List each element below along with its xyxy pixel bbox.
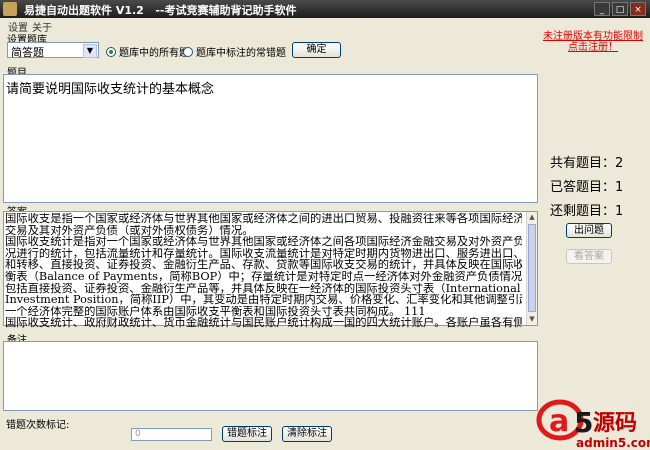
remaining-value: 1: [615, 204, 624, 219]
svg-text:admin5.com: admin5.com: [576, 436, 650, 450]
remaining-label: 还剩题目：: [550, 204, 616, 219]
answer-line: 包括直接投资、证券投资、金融衍生产品等，并具体反映在一经济体的国际投资头寸表（I…: [5, 282, 521, 295]
question-type-select[interactable]: 简答题 ▼: [7, 42, 99, 59]
mark-error-button[interactable]: 错题标注: [222, 426, 272, 442]
radio-all-questions[interactable]: 题库中的所有题: [106, 44, 189, 59]
radio-unchecked-icon: [183, 46, 193, 57]
total-questions: 共有题目：2: [550, 152, 623, 171]
maximize-button[interactable]: □: [612, 2, 628, 16]
svg-text:5: 5: [574, 406, 593, 439]
a5-watermark-logo: a 5 源码 admin5.com: [536, 399, 650, 450]
answer-text: 国际收支是指一个国家或经济体与世界其他国家或经济体之间的进出口贸易、投融资往来等…: [5, 213, 522, 329]
svg-text:源码: 源码: [593, 411, 637, 436]
radio-all-label: 题库中的所有题: [119, 48, 189, 59]
app-icon: [3, 2, 17, 16]
menu-bar: 设置 关于: [0, 18, 650, 34]
total-value: 2: [615, 156, 624, 171]
error-count-input[interactable]: 0: [131, 428, 212, 441]
answer-line: Investment Position，简称IIP）中，其变动是由特定时期内交易…: [5, 294, 522, 306]
answer-line: 一个经济体完整的国际账户体系由国际收支平衡表和国际投资头寸表共同构成。 111: [5, 305, 426, 318]
answer-line: 国际收支统计是指对一个国家或经济体与世界其他国家或经济体之间各项国际经济金融交易…: [5, 236, 522, 248]
total-label: 共有题目：: [550, 156, 616, 171]
chevron-down-icon[interactable]: ▼: [83, 44, 97, 58]
answered-value: 1: [615, 180, 624, 195]
next-question-button[interactable]: 出问题: [566, 223, 612, 238]
window-title: 易捷自动出题软件 V1.2 --考试竞赛辅助背记助手软件: [24, 4, 297, 17]
show-answer-button[interactable]: 看答案: [566, 249, 612, 264]
error-count-label: 错题次数标记:: [6, 420, 70, 431]
minimize-button[interactable]: _: [594, 2, 610, 16]
clear-mark-button[interactable]: 清除标注: [282, 426, 332, 442]
question-type-value: 简答题: [11, 46, 44, 59]
answered-label: 已答题目：: [550, 180, 616, 195]
question-text: 请简要说明国际收支统计的基本概念: [6, 82, 215, 97]
answer-line: 况进行的统计，包括流量统计和存量统计。国际收支流量统计是对特定时期内货物进出口、…: [5, 247, 522, 260]
scroll-up-icon[interactable]: ▲: [528, 213, 536, 222]
answer-line: 衡表（Balance of Payments，简称BOP）中；存量统计是对特定时…: [5, 270, 522, 283]
title-bar[interactable]: 易捷自动出题软件 V1.2 --考试竞赛辅助背记助手软件 _ □ ×: [0, 0, 650, 18]
radio-checked-icon: [106, 46, 116, 57]
answer-line: 和转移、直接投资、证券投资、金融衍生产品、存款、贷款等国际收支交易的统计，并具体…: [5, 259, 522, 271]
register-link[interactable]: 未注册版本有功能限制 点击注册！: [540, 31, 646, 53]
answer-line: 国际收支是指一个国家或经济体与世界其他国家或经济体之间的进出口贸易、投融资往来等…: [5, 213, 522, 225]
close-button[interactable]: ×: [630, 2, 646, 16]
scroll-down-icon[interactable]: ▼: [528, 315, 536, 324]
remaining-questions: 还剩题目：1: [550, 200, 623, 219]
answered-questions: 已答题目：1: [550, 176, 623, 195]
answer-scrollbar[interactable]: ▲ ▼: [526, 212, 537, 325]
radio-marked-label: 题库中标注的常错题: [196, 48, 286, 59]
scroll-thumb[interactable]: [528, 224, 536, 312]
svg-text:a: a: [549, 404, 569, 439]
answer-line: 交易及其对外资产负债（或对外债权债务）情况。: [5, 224, 254, 237]
radio-marked-questions[interactable]: 题库中标注的常错题: [183, 44, 286, 59]
note-textbox[interactable]: [3, 341, 538, 411]
confirm-button[interactable]: 确定: [292, 42, 341, 58]
answer-line: 国际收支统计、政府财政统计、货币金融统计与国民账户统计构成一国的四大统计账户。各…: [5, 317, 522, 329]
